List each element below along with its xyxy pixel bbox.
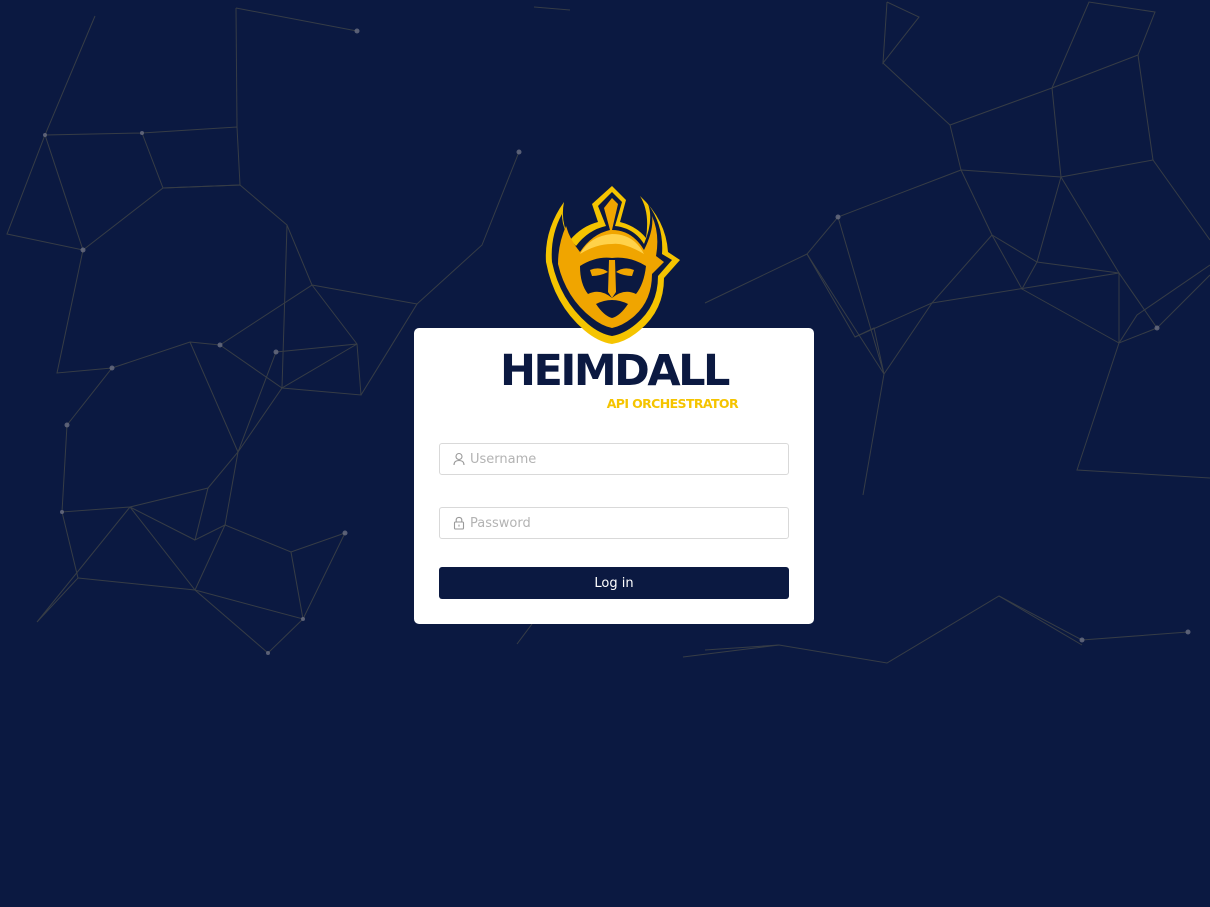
- username-field[interactable]: [439, 443, 789, 475]
- brand-subtitle: API ORCHESTRATOR: [606, 396, 739, 411]
- login-button[interactable]: Log in: [439, 567, 789, 599]
- lock-icon: [453, 516, 465, 530]
- brand-title: HEIMDALL: [500, 346, 730, 396]
- password-input[interactable]: [470, 508, 780, 538]
- user-icon: [453, 452, 465, 466]
- username-input[interactable]: [470, 444, 780, 474]
- password-field[interactable]: [439, 507, 789, 539]
- viking-helmet-logo-icon: [545, 186, 680, 344]
